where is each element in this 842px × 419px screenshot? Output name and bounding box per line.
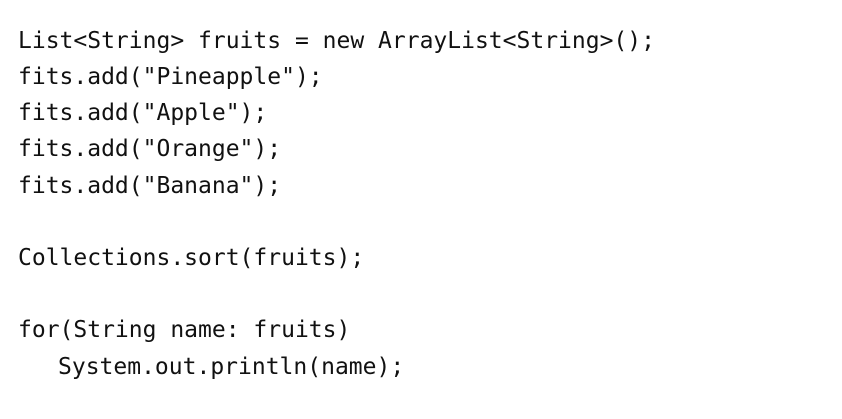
code-line-for-loop: for(String name: fruits) — [18, 317, 351, 343]
code-line-println: System.out.println(name); — [58, 354, 405, 380]
code-line-add-banana: fits.add("Banana"); — [18, 173, 282, 199]
code-line-sort: Collections.sort(fruits); — [18, 245, 365, 271]
code-line-add-pineapple: fits.add("Pineapple"); — [18, 64, 323, 90]
code-line-list-declaration: List<String> fruits = new ArrayList<Stri… — [18, 28, 655, 54]
code-line-add-apple: fits.add("Apple"); — [18, 100, 268, 126]
code-block: List<String> fruits = new ArrayList<Stri… — [18, 22, 818, 402]
code-line-add-orange: fits.add("Orange"); — [18, 136, 282, 162]
